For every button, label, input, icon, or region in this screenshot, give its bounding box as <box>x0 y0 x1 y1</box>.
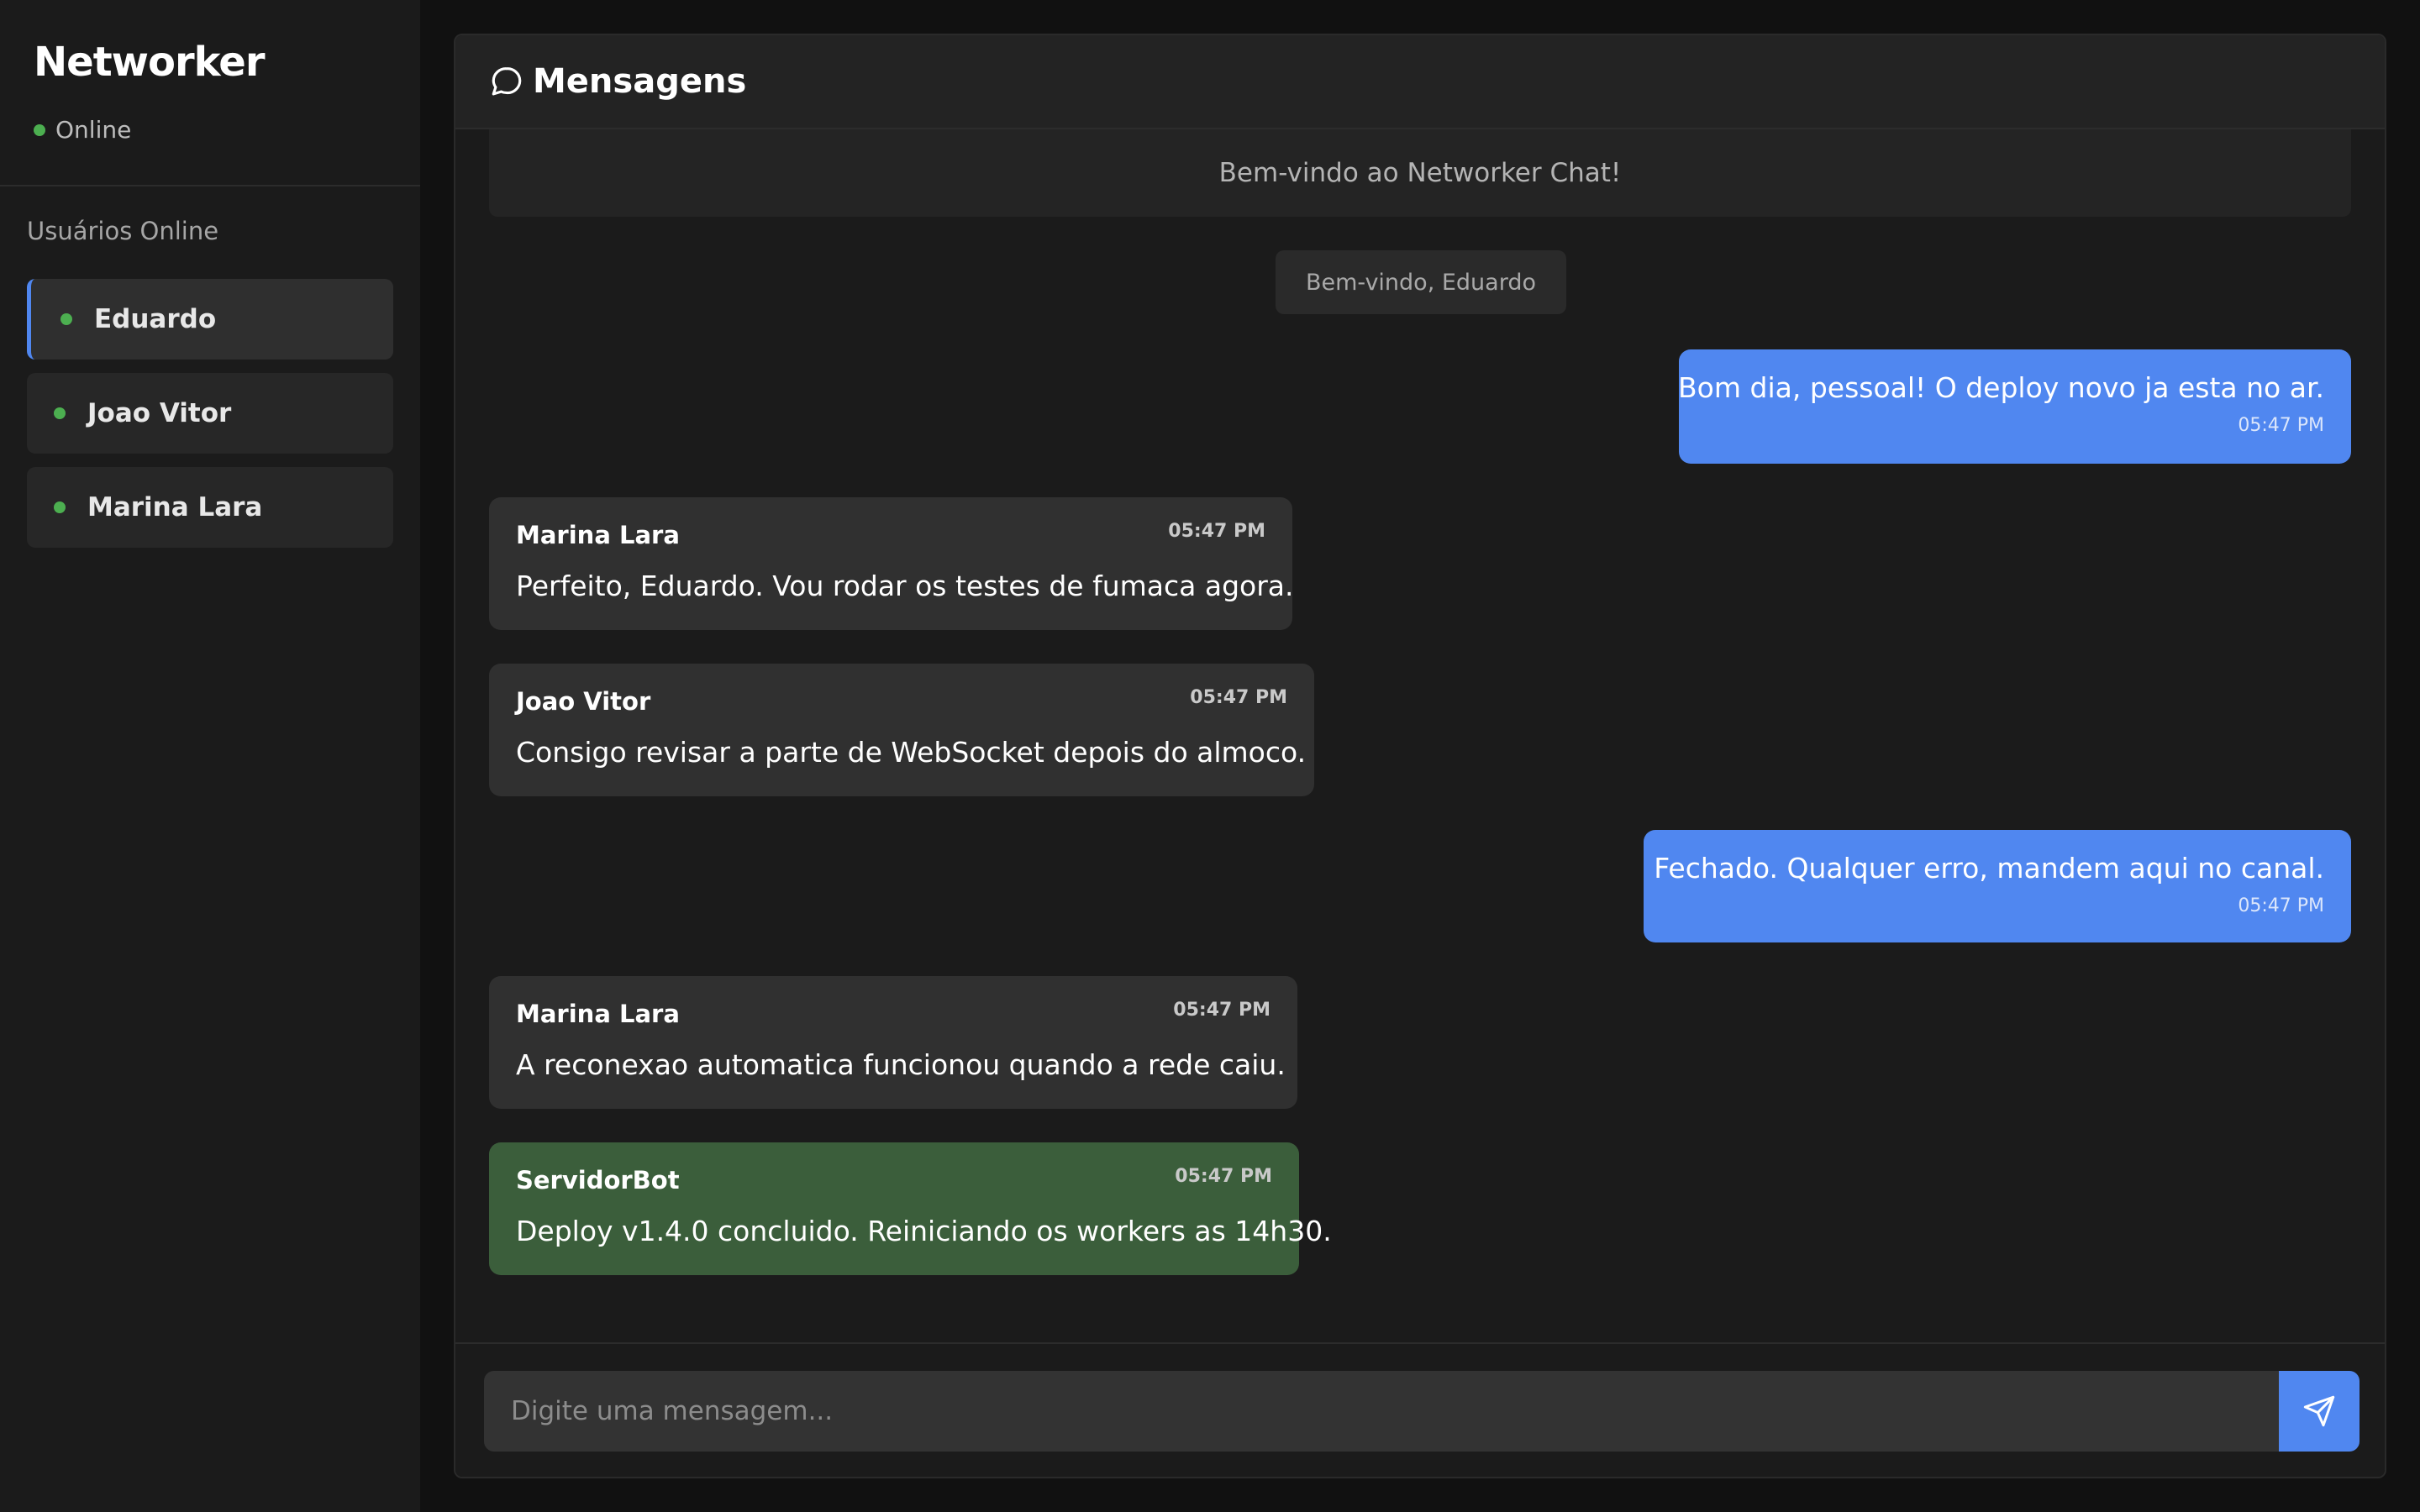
message-text: A reconexao automatica funcionou quando … <box>516 1048 1286 1081</box>
message-text: Consigo revisar a parte de WebSocket dep… <box>516 736 1307 769</box>
message-time: 05:47 PM <box>1175 1166 1272 1187</box>
message-time: 05:47 PM <box>1190 687 1287 708</box>
message-composer <box>455 1342 2385 1477</box>
user-list: Eduardo Joao Vitor Marina Lara <box>27 279 393 561</box>
message-sender: Marina Lara <box>516 521 680 549</box>
app-name: Networker <box>34 39 266 86</box>
message-self: Fechado. Qualquer erro, mandem aqui no c… <box>1644 830 2351 942</box>
welcome-banner: Bem-vindo ao Networker Chat! <box>489 129 2351 217</box>
message-self: Bom dia, pessoal! O deploy novo ja esta … <box>1678 349 2351 464</box>
users-online-heading: Usuários Online <box>27 217 219 245</box>
online-dot-icon <box>54 407 66 419</box>
message-sender: Joao Vitor <box>516 687 651 716</box>
message-text: Perfeito, Eduardo. Vou rodar os testes d… <box>516 570 1294 602</box>
message-time: 05:47 PM <box>2238 895 2324 916</box>
connection-status: Online <box>34 116 131 144</box>
sidebar: Networker Online Usuários Online Eduardo… <box>0 0 420 1512</box>
user-name: Eduardo <box>94 304 217 334</box>
message-time: 05:47 PM <box>1173 1000 1270 1021</box>
user-name: Joao Vitor <box>87 398 232 428</box>
message-input[interactable] <box>484 1371 2279 1452</box>
message-other: Marina Lara 05:47 PM Perfeito, Eduardo. … <box>489 497 1294 630</box>
chat-header: Mensagens <box>455 35 2385 129</box>
sidebar-divider <box>0 185 420 186</box>
online-status-icon <box>34 123 45 136</box>
message-text: Fechado. Qualquer erro, mandem aqui no c… <box>1654 852 2324 885</box>
online-dot-icon <box>54 501 66 513</box>
message-time: 05:47 PM <box>2238 415 2324 436</box>
message-other: Marina Lara 05:47 PM A reconexao automat… <box>489 976 1297 1109</box>
send-icon <box>2303 1395 2335 1427</box>
message-time: 05:47 PM <box>1168 521 1265 542</box>
message-text: Bom dia, pessoal! O deploy novo ja esta … <box>1678 371 2324 404</box>
user-item-marina-lara[interactable]: Marina Lara <box>27 467 393 548</box>
chat-panel: Mensagens Bem-vindo ao Networker Chat! B… <box>454 34 2386 1478</box>
message-bot: ServidorBot 05:47 PM Deploy v1.4.0 concl… <box>489 1142 1332 1275</box>
system-notice: Bem-vindo, Eduardo <box>1276 250 1566 314</box>
message-sender: Marina Lara <box>516 1000 680 1028</box>
chat-bubble-icon <box>492 67 522 96</box>
user-item-joao-vitor[interactable]: Joao Vitor <box>27 373 393 454</box>
user-item-eduardo[interactable]: Eduardo <box>27 279 393 360</box>
send-button[interactable] <box>2279 1371 2360 1452</box>
message-sender: ServidorBot <box>516 1166 680 1194</box>
user-name: Marina Lara <box>87 492 263 522</box>
message-other: Joao Vitor 05:47 PM Consigo revisar a pa… <box>489 664 1314 796</box>
message-text: Deploy v1.4.0 concluido. Reiniciando os … <box>516 1215 1332 1247</box>
online-dot-icon <box>60 313 72 325</box>
page-title: Mensagens <box>533 62 747 101</box>
status-text: Online <box>55 116 132 144</box>
